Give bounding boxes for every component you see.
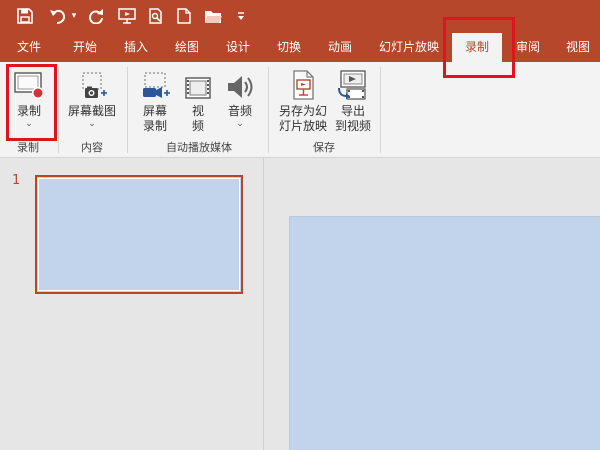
new-file-icon[interactable] — [174, 6, 194, 26]
group-divider — [268, 67, 269, 153]
recording-tab-highlight — [443, 17, 515, 78]
save-as-slideshow-button[interactable]: 另存为幻 灯片放映 — [274, 67, 332, 134]
audio-button[interactable]: 音频 ⌄ — [220, 67, 260, 129]
group-label-record: 录制 — [17, 141, 39, 154]
tab-insert[interactable]: 插入 — [111, 33, 161, 62]
undo-dropdown-icon[interactable]: ▾ — [69, 6, 79, 26]
screen-recording-icon — [134, 67, 176, 101]
customize-dropdown-icon[interactable] — [234, 6, 248, 26]
video-film-icon — [180, 67, 216, 101]
tab-slideshow[interactable]: 幻灯片放映 — [371, 33, 447, 62]
save-icon[interactable] — [14, 6, 36, 26]
tab-view[interactable]: 视图 — [556, 33, 600, 62]
open-folder-icon[interactable] — [202, 6, 224, 26]
group-label-content: 内容 — [81, 141, 103, 154]
print-preview-icon[interactable] — [146, 6, 166, 26]
save-as-slideshow-label-2: 灯片放映 — [278, 119, 327, 133]
tab-design[interactable]: 设计 — [213, 33, 263, 62]
chevron-down-icon: ⌄ — [236, 119, 244, 129]
tab-home[interactable]: 开始 — [60, 33, 110, 62]
export-to-video-label-2: 到视频 — [334, 119, 371, 133]
video-label-2: 频 — [191, 119, 204, 133]
screen-recording-label-2: 录制 — [142, 119, 167, 133]
record-button-highlight — [6, 64, 57, 141]
export-to-video-label-1: 导出 — [340, 104, 365, 118]
redo-icon[interactable] — [86, 6, 106, 26]
screen-recording-label-1: 屏幕 — [142, 104, 167, 118]
export-video-icon — [334, 67, 372, 101]
group-label-save: 保存 — [313, 141, 335, 154]
slide-canvas[interactable] — [289, 216, 600, 450]
slide-thumbnail[interactable] — [35, 175, 243, 294]
group-label-autoplay-media: 自动播放媒体 — [166, 141, 232, 154]
screenshot-icon — [64, 67, 120, 101]
screenshot-label: 屏幕截图 — [67, 104, 116, 118]
video-label-1: 视 — [191, 104, 204, 118]
tab-draw[interactable]: 绘图 — [162, 33, 212, 62]
group-divider — [380, 67, 381, 153]
tab-transitions[interactable]: 切换 — [264, 33, 314, 62]
from-beginning-icon[interactable] — [116, 6, 138, 26]
screenshot-button[interactable]: 屏幕截图 ⌄ — [64, 67, 120, 129]
tab-animations[interactable]: 动画 — [315, 33, 365, 62]
screen-recording-button[interactable]: 屏幕 录制 — [134, 67, 176, 134]
save-as-show-icon — [274, 67, 332, 101]
slide-number: 1 — [12, 173, 21, 188]
undo-icon[interactable] — [48, 6, 68, 26]
audio-label: 音频 — [227, 104, 252, 118]
export-to-video-button[interactable]: 导出 到视频 — [334, 67, 372, 134]
tab-file[interactable]: 文件 — [4, 33, 54, 62]
audio-speaker-icon — [220, 67, 260, 101]
group-divider — [127, 67, 128, 153]
video-button[interactable]: 视 频 — [180, 67, 216, 134]
chevron-down-icon: ⌄ — [88, 119, 96, 129]
save-as-slideshow-label-1: 另存为幻 — [278, 104, 327, 118]
group-divider — [58, 67, 59, 153]
